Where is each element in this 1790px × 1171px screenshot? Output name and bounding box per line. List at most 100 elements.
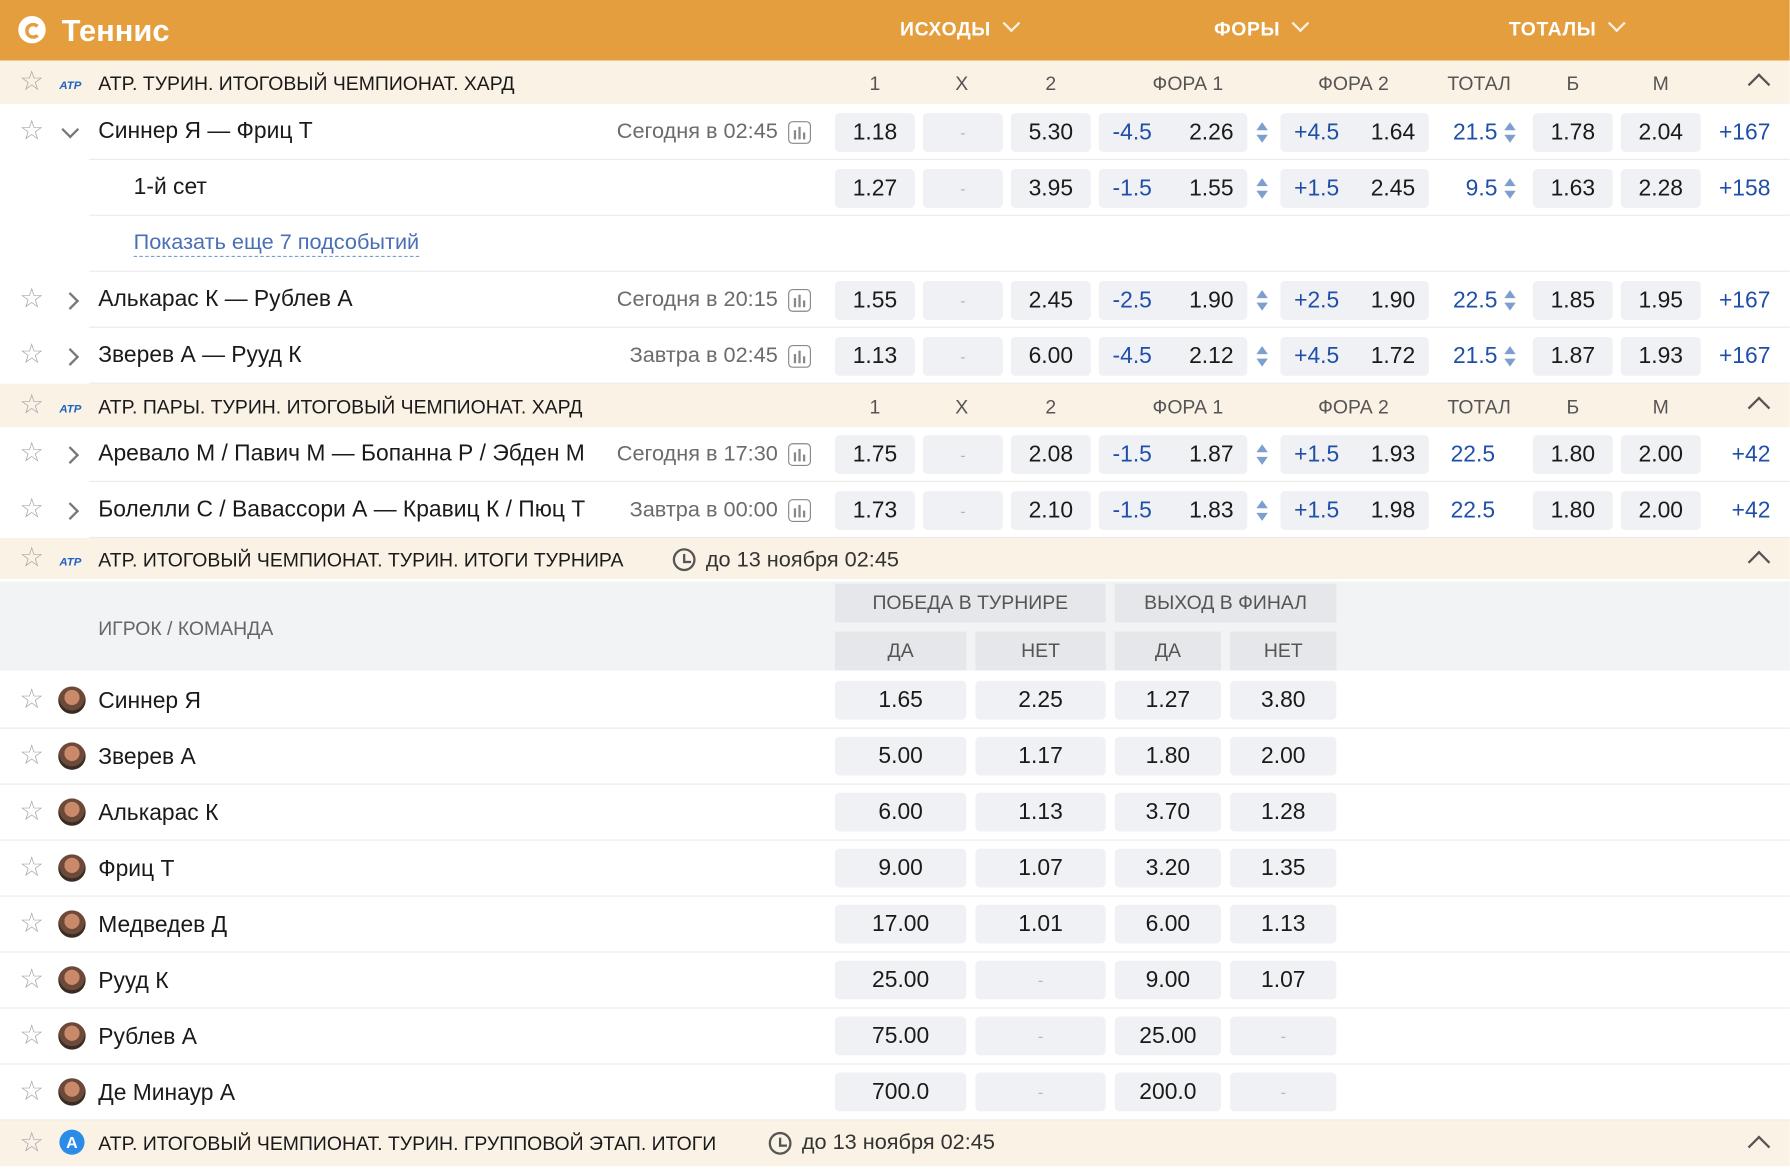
win-yes-odds[interactable]: 25.00 [834, 960, 967, 1000]
match-name[interactable]: Алькарас К — Рублев А [98, 287, 352, 313]
chevron-down-icon[interactable] [61, 120, 80, 139]
odds-1[interactable]: 1.73 [834, 491, 915, 530]
handicap2-cell[interactable]: +4.5 1.64 [1280, 113, 1429, 152]
star-icon[interactable]: ☆ [19, 439, 44, 467]
league-header[interactable]: ☆ ATP ATP. ИТОГОВЫЙ ЧЕМПИОНАТ. ТУРИН. ИТ… [0, 537, 1790, 580]
odds-2[interactable]: 2.45 [1010, 280, 1091, 320]
player-row[interactable]: ☆ Медведев Д 17.00 1.01 6.00 1.13 [0, 897, 1790, 953]
final-yes-odds[interactable]: 3.20 [1114, 848, 1222, 888]
odds-2[interactable]: 6.00 [1010, 336, 1091, 376]
win-yes-odds[interactable]: 1.65 [834, 680, 967, 720]
odds-2[interactable]: 3.95 [1010, 169, 1091, 208]
odds-over[interactable]: 1.78 [1532, 113, 1613, 152]
subevent-name[interactable]: 1-й сет [134, 175, 207, 201]
player-row[interactable]: ☆ Фриц Т 9.00 1.07 3.20 1.35 [0, 841, 1790, 897]
player-row[interactable]: ☆ Алькарас К 6.00 1.13 3.70 1.28 [0, 785, 1790, 841]
updown-arrows-icon[interactable] [1256, 444, 1268, 465]
handicap2-cell[interactable]: +1.5 2.45 [1280, 169, 1429, 208]
chevron-right-icon[interactable] [61, 348, 80, 366]
win-no-odds[interactable]: 1.13 [975, 792, 1106, 832]
show-more-link[interactable]: Показать еще 7 подсобытий [133, 231, 420, 257]
star-icon[interactable]: ☆ [19, 966, 44, 993]
match-name[interactable]: Болелли С / Вавассори А — Кравиц К / Пюц… [98, 497, 585, 523]
player-row[interactable]: ☆ Рублев А 75.00-25.00- [0, 1009, 1790, 1065]
odds-over[interactable]: 1.85 [1532, 280, 1613, 320]
player-row[interactable]: ☆ Де Минаур А 700.0-200.0- [0, 1065, 1790, 1121]
final-no-odds[interactable]: 1.13 [1230, 904, 1337, 944]
updown-arrows-icon[interactable] [1256, 290, 1268, 311]
updown-arrows-icon[interactable] [1504, 290, 1516, 311]
more-markets-link[interactable]: +167 [1719, 120, 1770, 146]
odds-over[interactable]: 1.63 [1532, 169, 1613, 208]
final-yes-odds[interactable]: 6.00 [1114, 904, 1222, 944]
win-no-odds[interactable]: 1.07 [975, 848, 1106, 888]
updown-arrows-icon[interactable] [1504, 346, 1516, 367]
win-no-odds[interactable]: 2.25 [975, 680, 1106, 720]
final-yes-odds[interactable]: 9.00 [1114, 960, 1222, 1000]
match-name[interactable]: Синнер Я — Фриц Т [98, 119, 313, 145]
league-header[interactable]: ☆ ATP ATP. ТУРИН. ИТОГОВЫЙ ЧЕМПИОНАТ. ХА… [0, 60, 1790, 104]
odds-over[interactable]: 1.80 [1532, 491, 1613, 530]
tab-handicaps[interactable]: ФОРЫ [1214, 14, 1309, 41]
handicap1-cell[interactable]: -1.5 1.55 [1098, 169, 1248, 208]
collapse-icon[interactable] [1747, 1135, 1771, 1159]
match-row[interactable]: ☆ Болелли С / Вавассори А — Кравиц К / Пю… [0, 482, 1790, 538]
star-icon[interactable]: ☆ [19, 285, 44, 313]
star-icon[interactable]: ☆ [19, 1022, 44, 1049]
final-no-odds[interactable]: 3.80 [1230, 680, 1337, 720]
updown-arrows-icon[interactable] [1256, 500, 1268, 521]
match-row[interactable]: ☆ Зверев А — Рууд К Завтра в 02:45 1.13-6.0… [0, 328, 1790, 384]
chevron-right-icon[interactable] [61, 292, 80, 310]
handicap1-cell[interactable]: -1.5 1.83 [1098, 491, 1248, 530]
chevron-right-icon[interactable] [61, 446, 80, 465]
final-yes-odds[interactable]: 25.00 [1114, 1016, 1222, 1056]
collapse-icon[interactable] [1747, 73, 1771, 96]
star-icon[interactable]: ☆ [19, 68, 44, 96]
win-no-odds[interactable]: 1.17 [975, 736, 1106, 776]
match-row[interactable]: ☆ Алькарас К — Рублев А Сегодня в 20:15 1.5… [0, 272, 1790, 328]
updown-arrows-icon[interactable] [1256, 178, 1268, 199]
star-icon[interactable]: ☆ [19, 1078, 44, 1105]
stats-icon[interactable] [788, 121, 811, 144]
odds-under[interactable]: 2.04 [1620, 113, 1701, 152]
final-yes-odds[interactable]: 200.0 [1114, 1072, 1222, 1112]
final-no-odds[interactable]: 2.00 [1230, 736, 1337, 776]
league-header[interactable]: ☆ A ATP. ИТОГОВЫЙ ЧЕМПИОНАТ. ТУРИН. ГРУП… [0, 1120, 1790, 1167]
stats-icon[interactable] [788, 443, 811, 467]
handicap1-cell[interactable]: -4.5 2.26 [1098, 113, 1248, 152]
updown-arrows-icon[interactable] [1504, 122, 1516, 143]
stats-icon[interactable] [788, 344, 811, 368]
handicap1-cell[interactable]: -2.5 1.90 [1098, 280, 1248, 320]
win-yes-odds[interactable]: 9.00 [834, 848, 967, 888]
final-yes-odds[interactable]: 1.27 [1114, 680, 1222, 720]
star-icon[interactable]: ☆ [19, 1129, 44, 1157]
odds-1[interactable]: 1.13 [834, 336, 915, 376]
odds-under[interactable]: 2.00 [1620, 491, 1701, 530]
chevron-right-icon[interactable] [61, 502, 80, 521]
odds-1[interactable]: 1.55 [834, 280, 915, 320]
more-markets-link[interactable]: +167 [1719, 288, 1770, 314]
win-yes-odds[interactable]: 5.00 [834, 736, 967, 776]
star-icon[interactable]: ☆ [19, 798, 44, 825]
more-markets-link[interactable]: +42 [1732, 442, 1771, 468]
final-no-odds[interactable]: 1.28 [1230, 792, 1337, 832]
final-no-odds[interactable]: 1.35 [1230, 848, 1337, 888]
star-icon[interactable]: ☆ [19, 341, 44, 369]
subevent-row[interactable]: 1-й сет 1.27-3.95 -1.5 1.55 +1.5 2.45 9.5 1.63 2… [0, 160, 1790, 216]
odds-under[interactable]: 2.28 [1620, 169, 1701, 208]
match-row[interactable]: ☆ Аревало М / Павич М — Бопанна Р / Эбден… [0, 426, 1790, 483]
star-icon[interactable]: ☆ [19, 391, 44, 419]
stats-icon[interactable] [788, 499, 811, 522]
odds-over[interactable]: 1.87 [1532, 336, 1613, 376]
more-markets-link[interactable]: +158 [1719, 176, 1770, 202]
win-no-odds[interactable]: 1.01 [975, 904, 1106, 944]
handicap2-cell[interactable]: +1.5 1.98 [1280, 491, 1429, 530]
player-row[interactable]: ☆ Рууд К 25.00-9.00 1.07 [0, 953, 1790, 1009]
handicap1-cell[interactable]: -1.5 1.87 [1098, 435, 1248, 475]
league-header[interactable]: ☆ ATP ATP. ПАРЫ. ТУРИН. ИТОГОВЫЙ ЧЕМПИОН… [0, 383, 1790, 428]
star-icon[interactable]: ☆ [19, 854, 44, 881]
updown-arrows-icon[interactable] [1504, 178, 1516, 199]
odds-1[interactable]: 1.18 [834, 113, 915, 152]
stats-icon[interactable] [788, 288, 811, 312]
star-icon[interactable]: ☆ [19, 544, 44, 572]
